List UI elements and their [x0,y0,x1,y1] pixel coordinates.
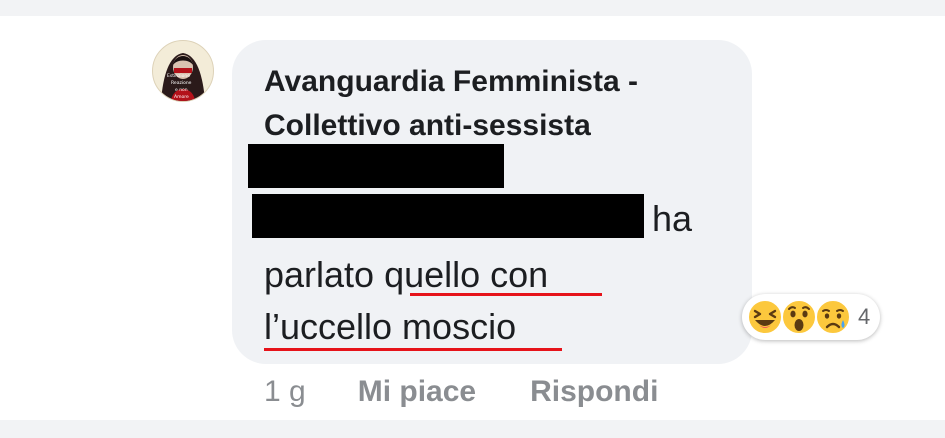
top-separator [0,0,945,16]
comment-timestamp[interactable]: 1 g [264,372,306,412]
comment-author[interactable]: Avanguardia Femminista - Collettivo anti… [264,60,734,148]
redacted-block [248,144,504,188]
comment-text-line-3: l’uccello moscio [264,305,516,349]
comment-text-line-2: parlato quello con [264,253,548,297]
avatar-image: Estinzione Reazione e non Amore [161,53,205,101]
red-underline [264,348,562,351]
reactions-summary[interactable]: 4 [742,294,881,340]
comment-text-underlined: l’uccello moscio [264,306,517,347]
sad-emoji-icon [814,298,852,336]
reaction-count: 4 [858,304,871,329]
comment-text-plain: parlato [264,254,385,295]
comment-actions: 1 g Mi piace Rispondi [264,372,658,412]
redacted-block [252,194,644,238]
comment-text-ha: ha [652,198,693,239]
wow-emoji-icon [780,298,818,336]
avatar-text-3: e non [175,88,188,93]
avatar-text-1: Estinzione [167,73,190,79]
reply-button[interactable]: Rispondi [530,372,658,412]
laughing-emoji-icon [746,298,784,336]
comment-text-underlined: quello con [384,254,549,295]
avatar-text-4: Amore [174,94,189,100]
like-button[interactable]: Mi piace [358,372,476,412]
bottom-separator [0,420,945,438]
avatar[interactable]: Estinzione Reazione e non Amore [152,40,214,102]
red-underline [410,293,602,296]
avatar-text-2: Reazione [171,80,192,86]
